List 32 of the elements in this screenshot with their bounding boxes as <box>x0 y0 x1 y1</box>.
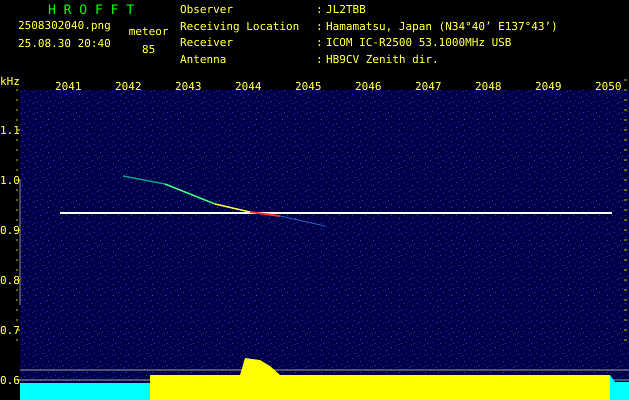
timestamp: 25.08.30 20:40 <box>18 38 111 50</box>
info-separator: : <box>316 54 324 68</box>
info-value: HB9CV Zenith dir. <box>326 54 440 68</box>
time-tick-label: 2045 <box>295 80 322 93</box>
frequency-tick-label: 0.6 <box>0 374 20 387</box>
info-separator: : <box>316 20 324 34</box>
time-tick-label: 2042 <box>115 80 142 93</box>
frequency-tick-label: 0.9 <box>0 224 20 237</box>
info-value: ICOM IC-R2500 53.1000MHz USB <box>326 37 512 51</box>
time-tick-label: 2044 <box>235 80 262 93</box>
frequency-tick-label: 1.1 <box>0 124 20 137</box>
time-tick-label: 2041 <box>55 80 82 93</box>
time-tick-label: 2049 <box>535 80 562 93</box>
file-name: 2508302040.png <box>18 20 111 32</box>
info-separator: : <box>316 37 324 51</box>
time-tick-label: 2048 <box>475 80 502 93</box>
frequency-tick-label: 0.7 <box>0 324 20 337</box>
app-title: H R O F F T <box>47 4 136 18</box>
info-value: JL2TBB <box>326 4 367 18</box>
info-value: Hamamatsu, Japan (N34°40’ E137°43’) <box>326 20 558 34</box>
info-label: Antenna <box>180 54 228 68</box>
time-tick-label: 2046 <box>355 80 382 93</box>
time-tick-label: 2043 <box>175 80 202 93</box>
meteor-label: meteor <box>128 26 168 38</box>
axis-unit: kHz <box>0 75 20 88</box>
info-label: Receiver <box>180 37 234 51</box>
info-separator: : <box>316 4 324 18</box>
info-label: Observer <box>180 4 234 18</box>
time-tick-label: 2047 <box>415 80 442 93</box>
meteor-count: 85 <box>142 44 156 56</box>
info-label: Receiving Location <box>180 20 300 34</box>
time-tick-label: 2050 <box>595 80 622 93</box>
